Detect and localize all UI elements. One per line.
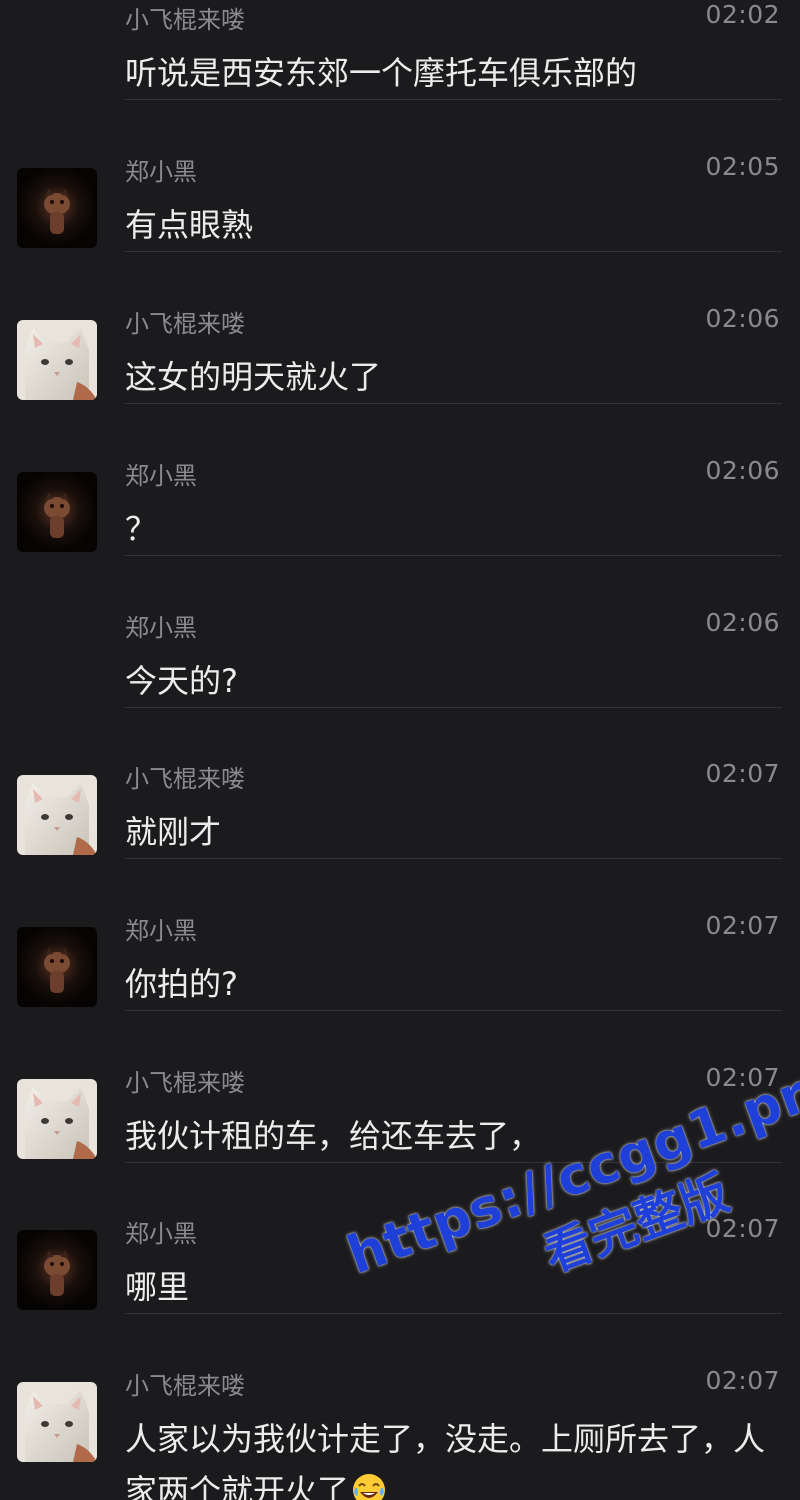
message-text: ？: [125, 510, 158, 548]
message-divider: [125, 555, 782, 556]
cat-avatar[interactable]: [17, 775, 97, 855]
chat-message[interactable]: 小飞棍来喽 02:06 这女的明天就火了: [0, 282, 800, 434]
sender-name: 小飞棍来喽: [125, 1069, 245, 1097]
message-time: 02:06: [705, 608, 780, 637]
message-divider: [125, 858, 782, 859]
message-text: 有点眼熟: [125, 206, 254, 244]
message-divider: [125, 251, 782, 252]
message-text: 听说是西安东郊一个摩托车俱乐部的: [125, 54, 638, 92]
sender-name: 小飞棍来喽: [125, 1372, 245, 1400]
cat-avatar[interactable]: [17, 1382, 97, 1462]
message-time: 02:07: [705, 1366, 780, 1395]
message-time: 02:07: [705, 759, 780, 788]
message-divider: [125, 99, 782, 100]
sender-name: 小飞棍来喽: [125, 765, 245, 793]
message-time: 02:06: [705, 304, 780, 333]
message-divider: [125, 1010, 782, 1011]
chat-message[interactable]: 郑小黑 02:06 ？: [0, 434, 800, 586]
chat-message[interactable]: 小飞棍来喽 02:07 就刚才: [0, 737, 800, 889]
sender-name: 小飞棍来喽: [125, 6, 245, 34]
chat-message[interactable]: 小飞棍来喽 02:07 人家以为我伙计走了，没走。上厕所去了，人家两个就开火了: [0, 1344, 800, 1500]
cat-avatar[interactable]: [17, 1079, 97, 1159]
sender-name: 小飞棍来喽: [125, 310, 245, 338]
message-time: 02:07: [705, 911, 780, 940]
message-divider: [125, 707, 782, 708]
message-text: 今天的?: [125, 662, 238, 700]
sender-name: 郑小黑: [125, 917, 197, 945]
sender-name: 郑小黑: [125, 614, 197, 642]
chat-message[interactable]: 郑小黑 02:07 你拍的?: [0, 889, 800, 1041]
message-text: 就刚才: [125, 813, 222, 851]
message-text: 这女的明天就火了: [125, 358, 382, 396]
dark-avatar[interactable]: [17, 472, 97, 552]
message-divider: [125, 403, 782, 404]
chat-message[interactable]: 郑小黑 02:06 今天的?: [0, 586, 800, 738]
sender-name: 郑小黑: [125, 1220, 197, 1248]
laughing-crying-emoji-icon: [351, 1471, 387, 1500]
message-text: 人家以为我伙计走了，没走。上厕所去了，人家两个就开火了: [125, 1420, 766, 1500]
message-time: 02:02: [705, 0, 780, 29]
message-time: 02:06: [705, 456, 780, 485]
dark-avatar[interactable]: [17, 1230, 97, 1310]
chat-message[interactable]: 郑小黑 02:05 有点眼熟: [0, 130, 800, 282]
message-time: 02:05: [705, 152, 780, 181]
sender-name: 郑小黑: [125, 158, 197, 186]
message-text-container: 人家以为我伙计走了，没走。上厕所去了，人家两个就开火了: [125, 1413, 765, 1500]
dark-avatar[interactable]: [17, 927, 97, 1007]
cat-avatar[interactable]: [17, 320, 97, 400]
message-text: 你拍的?: [125, 965, 238, 1003]
chat-message[interactable]: 小飞棍来喽 02:02 听说是西安东郊一个摩托车俱乐部的: [0, 0, 800, 130]
dark-avatar[interactable]: [17, 168, 97, 248]
sender-name: 郑小黑: [125, 462, 197, 490]
